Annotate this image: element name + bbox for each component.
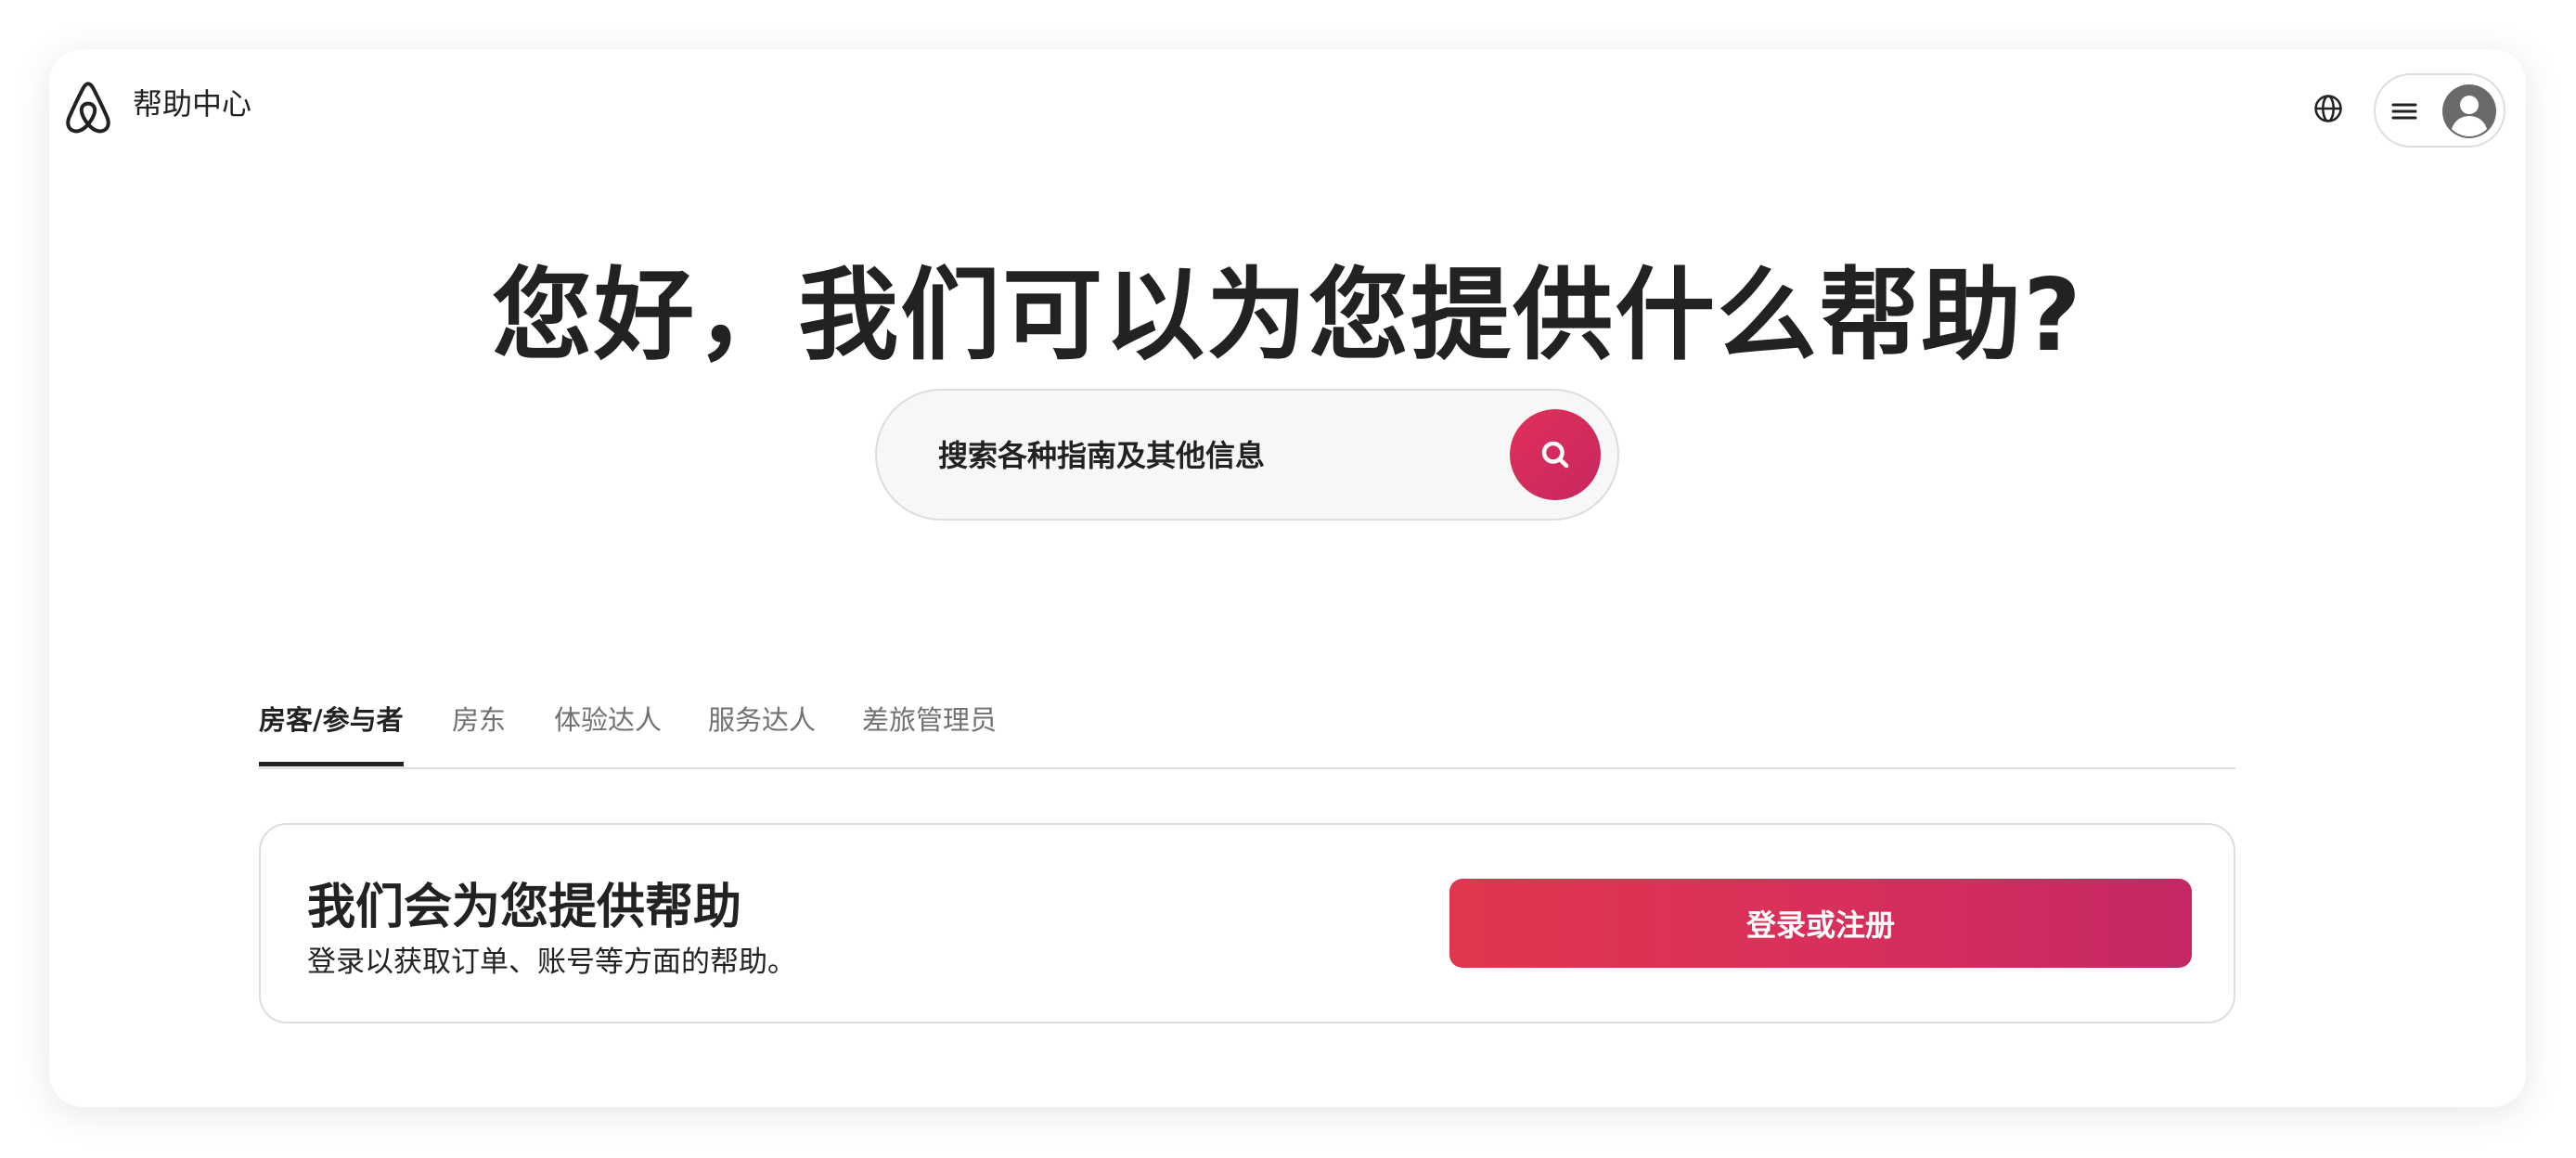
help-card: 我们会为您提供帮助 登录以获取订单、账号等方面的帮助。 登录或注册 bbox=[259, 823, 2235, 1023]
audience-tabs: 房客/参与者 房东 体验达人 服务达人 差旅管理员 bbox=[259, 652, 2235, 769]
user-avatar-icon bbox=[2442, 84, 2496, 138]
tab-service-host[interactable]: 服务达人 bbox=[708, 699, 816, 738]
tab-experience-host[interactable]: 体验达人 bbox=[554, 699, 662, 738]
search-button[interactable] bbox=[1510, 409, 1601, 500]
page-card: 帮助中心 您好，我们可以为您提供什么帮助? 搜索各种指南及其他信息 房客/参与者… bbox=[49, 49, 2526, 1107]
search-bar bbox=[875, 389, 1619, 521]
page-title: 您好，我们可以为您提供什么帮助? bbox=[492, 258, 2083, 374]
globe-icon[interactable] bbox=[2308, 88, 2349, 129]
login-signup-button[interactable]: 登录或注册 bbox=[1449, 879, 2192, 968]
search-icon bbox=[1539, 438, 1572, 471]
hamburger-menu-icon bbox=[2390, 97, 2418, 125]
tab-guest[interactable]: 房客/参与者 bbox=[259, 699, 404, 738]
tab-host[interactable]: 房东 bbox=[452, 699, 506, 738]
user-menu-button[interactable] bbox=[2374, 73, 2505, 148]
tab-travel-admin[interactable]: 差旅管理员 bbox=[862, 699, 997, 738]
search-input[interactable] bbox=[936, 391, 1497, 521]
active-tab-indicator bbox=[259, 762, 404, 766]
help-card-subtitle: 登录以获取订单、账号等方面的帮助。 bbox=[307, 946, 796, 979]
help-card-title: 我们会为您提供帮助 bbox=[307, 880, 742, 935]
header: 帮助中心 bbox=[49, 49, 2526, 161]
airbnb-logo-icon[interactable] bbox=[58, 79, 118, 138]
brand-title[interactable]: 帮助中心 bbox=[133, 81, 251, 123]
